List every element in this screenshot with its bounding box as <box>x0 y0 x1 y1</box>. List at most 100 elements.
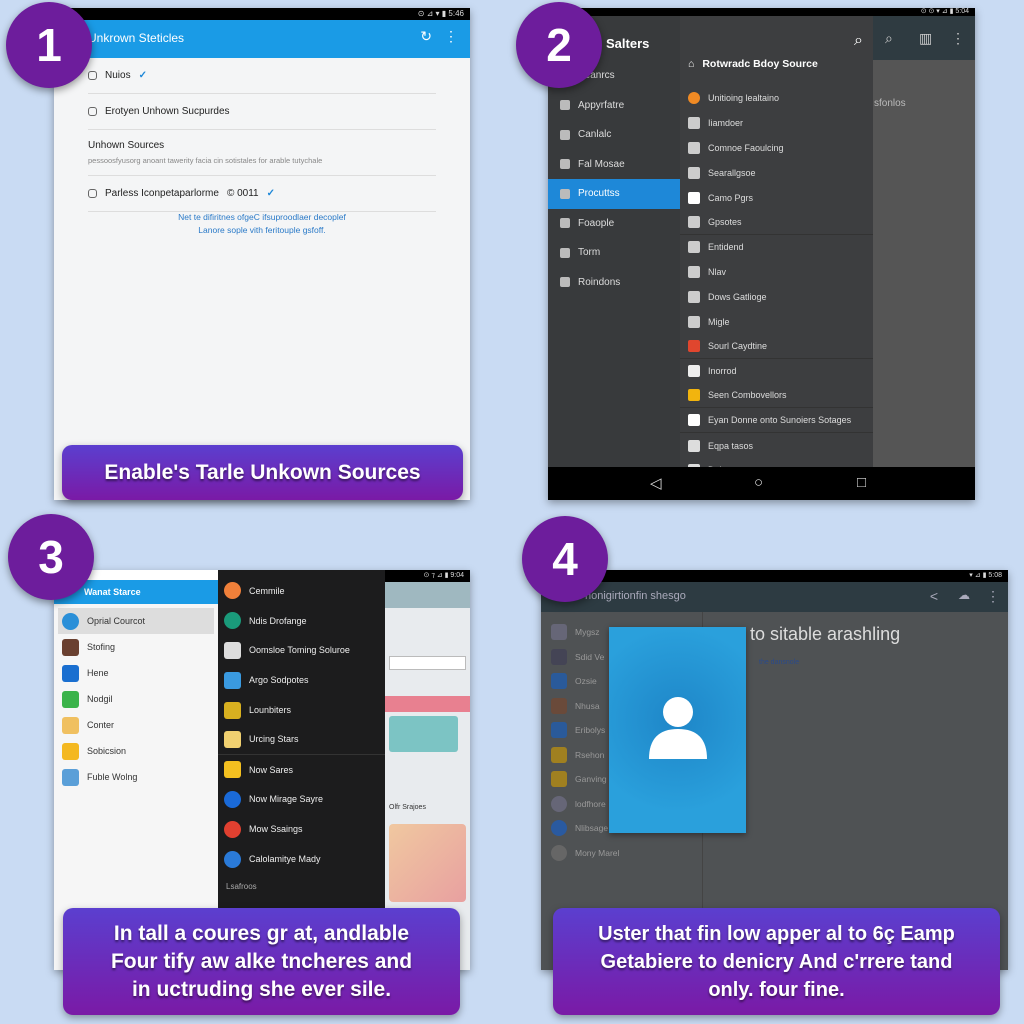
setting-item[interactable]: Erotyen Unhown Sucpurdes <box>88 94 436 130</box>
status-bar: ⊙ ⊙ ▾ ⊿ ▮ 5:04 <box>548 8 975 16</box>
more-icon[interactable]: ⋮ <box>951 30 965 47</box>
setting-item[interactable]: Parless Iconpetaparlorme © 0011 ✓ <box>88 176 436 212</box>
app-list-item[interactable]: Sobicsion <box>58 738 214 764</box>
app-icon <box>62 742 79 760</box>
drawer-item[interactable]: Procuttss <box>548 179 680 209</box>
sidebar-item-icon <box>551 648 567 665</box>
app-list-item[interactable]: Hene <box>58 660 214 686</box>
setting-label: Unhown Sources <box>88 140 165 151</box>
setting-item[interactable]: Unhown Sources pessoosfyusorg anoant tawe… <box>88 130 436 176</box>
menu-item[interactable]: Gpsotes <box>680 210 873 235</box>
menu-item[interactable]: Seen Combovellors <box>680 384 873 409</box>
setting-extra: © 0011 <box>226 188 259 199</box>
sidebar-item[interactable]: Mony Marel <box>541 841 702 866</box>
menu-item[interactable]: Ndis Drofange <box>218 606 385 636</box>
menu-item[interactable]: Nlav <box>680 260 873 285</box>
menu-item[interactable]: Cemmile <box>218 576 385 606</box>
menu-item[interactable]: Searallgsoe <box>680 160 873 185</box>
app-icon <box>224 761 241 779</box>
menu-item-icon <box>688 365 700 378</box>
menu-item-icon <box>688 215 700 228</box>
drawer-item[interactable]: Foaople <box>548 209 680 239</box>
caption-line: Getabiere to denicry And c'rrere tand <box>600 950 953 973</box>
drawer-item[interactable]: Fal Mosae <box>548 150 680 180</box>
drawer-item[interactable]: Torm <box>548 238 680 268</box>
sidebar-item-label: Mygsz <box>575 627 600 638</box>
app-bar: ⌕ ▥ ⋮ <box>873 16 975 60</box>
app-list-item[interactable]: Stofing <box>58 634 214 660</box>
cloud-icon[interactable]: ☁ <box>958 588 970 602</box>
search-icon[interactable]: ⌕ <box>885 30 893 47</box>
menu-item-icon <box>688 141 700 154</box>
menu-item[interactable]: Argo Sodpotes <box>218 665 385 695</box>
menu-item[interactable]: Eqpa tasos <box>680 433 873 458</box>
menu-item[interactable]: Now Mirage Sayre <box>218 785 385 815</box>
recents-icon[interactable]: □ <box>857 474 866 491</box>
menu-item[interactable]: Eyan Donne onto Sunoiers Sotages <box>680 408 873 434</box>
sidebar-item-label: lodfhore <box>575 798 606 809</box>
status-bar: ▾ ⊿ ▮ 5:08 <box>541 570 1008 582</box>
check-icon: ✓ <box>266 188 275 199</box>
app-icon <box>224 582 241 600</box>
menu-item[interactable]: Lounbiters <box>218 695 385 725</box>
menu-item-label: Mow Ssaings <box>249 824 303 835</box>
menu-item-label: Iiamdoer <box>708 118 744 129</box>
sidebar-item-icon <box>551 697 567 714</box>
menu-item-label: Argo Sodpotes <box>249 675 309 686</box>
sidebar-item-label: Nlibsage <box>575 823 609 834</box>
menu-item[interactable]: Calolamitye Mady <box>218 844 385 874</box>
app-list-item[interactable]: Conter <box>58 712 214 738</box>
background-text: sfonlos <box>874 98 906 109</box>
app-list-item[interactable]: Oprial Courcot <box>58 608 214 634</box>
search-icon[interactable]: ⌕ <box>854 32 863 50</box>
setting-label: Nuios <box>105 70 131 81</box>
share-icon[interactable]: < <box>930 588 938 604</box>
more-icon[interactable]: ⋮ <box>444 28 458 45</box>
home-icon[interactable]: ○ <box>754 474 763 491</box>
menu-item[interactable]: Entidend <box>680 235 873 260</box>
menu-item-label: Dows Gatlioge <box>708 291 767 302</box>
menu-item-label: Now Sares <box>249 764 294 775</box>
more-icon[interactable]: ⋮ <box>986 588 1000 605</box>
menu-item-icon <box>688 389 700 402</box>
menu-item[interactable]: Oomsloe Toming Soluroe <box>218 636 385 666</box>
menu-item[interactable]: Camo Pgrs <box>680 185 873 210</box>
sync-icon[interactable]: ↻ <box>420 28 432 45</box>
setting-subtitle: pessoosfyusorg anoant tawerity facia cin… <box>88 156 323 165</box>
setting-item[interactable]: Nuios ✓ <box>88 58 436 94</box>
menu-item[interactable]: Comnoe Faoulcing <box>680 136 873 161</box>
drawer-item[interactable]: Appyrfatre <box>548 91 680 121</box>
menu-item[interactable]: Migle <box>680 309 873 334</box>
drawer-item[interactable]: Roindons <box>548 268 680 298</box>
app-icon <box>224 612 241 630</box>
drawer-item-label: Foaople <box>578 217 615 229</box>
menu-item[interactable]: Sourl Caydtine <box>680 334 873 359</box>
sidebar-item-icon <box>551 771 567 788</box>
home-icon: ⌂ <box>688 58 695 70</box>
drawer-item[interactable]: Canlalc <box>548 120 680 150</box>
app-icon <box>62 664 79 682</box>
menu-item[interactable]: Now Sares <box>218 755 385 785</box>
menu-item[interactable]: Mow Ssaings <box>218 814 385 844</box>
app-list-item[interactable]: Fuble Wolng <box>58 764 214 790</box>
menu-item-label: Eyan Donne onto Sunoiers Sotages <box>708 415 852 426</box>
menu-item[interactable]: Dows Gatlioge <box>680 284 873 309</box>
chart-icon[interactable]: ▥ <box>919 30 932 47</box>
menu-item-label: Unitioing lealtaino <box>708 93 780 104</box>
step-badge-2: 2 <box>516 2 602 88</box>
app-list-item[interactable]: Nodgil <box>58 686 214 712</box>
menu-item[interactable]: Unitioing lealtaino <box>680 86 873 111</box>
drawer-title: Salters <box>606 36 650 51</box>
drawer-item-label: Roindons <box>578 276 621 288</box>
sidebar-item-icon <box>551 746 567 763</box>
back-icon[interactable]: ◁ <box>650 474 662 492</box>
menu-item[interactable]: Iiamdoer <box>680 111 873 136</box>
menu-item[interactable]: Urcing Stars <box>218 725 385 755</box>
menu-item[interactable]: Inorrod <box>680 359 873 384</box>
app-icon <box>62 768 79 786</box>
menu-item-label: Nlav <box>708 266 727 277</box>
step-badge-3: 3 <box>8 514 94 600</box>
user-card[interactable] <box>609 627 746 833</box>
drawer-item-label: Torm <box>578 247 601 259</box>
drawer-item-icon <box>560 159 570 170</box>
